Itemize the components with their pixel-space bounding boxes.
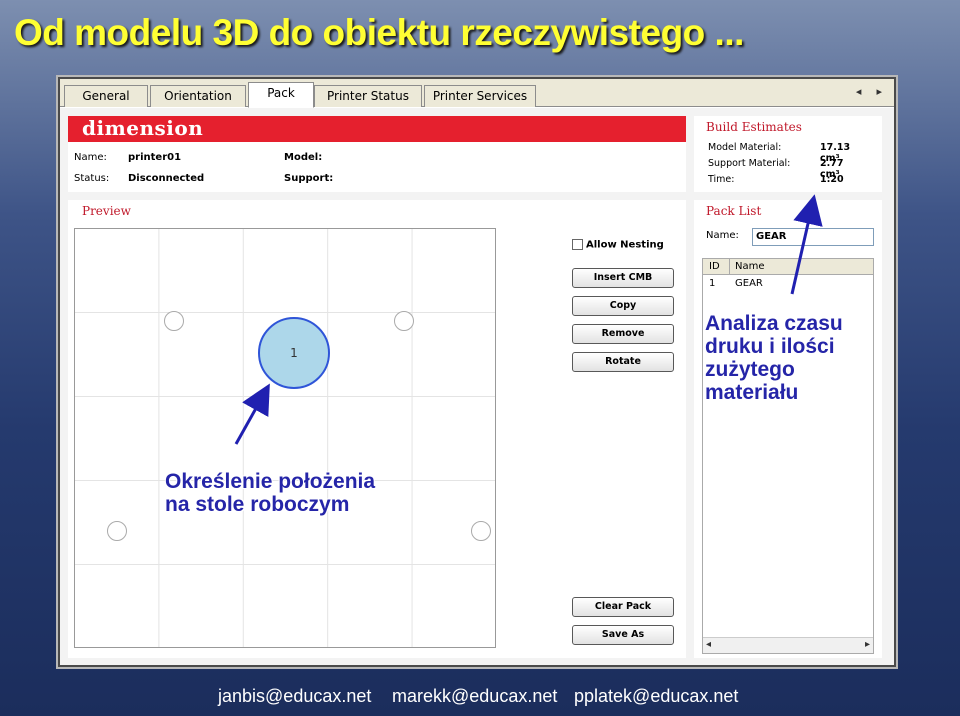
build-estimates-title: Build Estimates	[706, 120, 802, 134]
scroll-left-icon[interactable]: ◂	[706, 639, 711, 650]
pack-name-input[interactable]: GEAR	[752, 228, 874, 246]
tab-printer-status[interactable]: Printer Status	[314, 85, 422, 107]
model-material-row: Model Material: 17.13 cm³	[708, 142, 850, 164]
tab-scroll-arrows[interactable]: ◂ ▸	[856, 85, 888, 98]
tab-orientation[interactable]: Orientation	[150, 85, 246, 107]
allow-nesting-checkbox[interactable]: Allow Nesting	[572, 239, 664, 251]
printer-panel: dimension Name: printer01 Status: Discon…	[68, 116, 686, 192]
footer: janbis@educax.net marekk@educax.net ppla…	[0, 686, 960, 710]
tab-bar: General Orientation Pack Printer Status …	[60, 79, 894, 108]
platform-hole	[164, 311, 184, 331]
save-as-button[interactable]: Save As	[572, 625, 674, 645]
support-material-row: Support Material: 2.77 cm³	[708, 158, 843, 180]
pack-list-title: Pack List	[706, 204, 762, 218]
tab-pack[interactable]: Pack	[248, 82, 314, 108]
annotation-position: Określenie położenia na stole roboczym	[165, 470, 375, 516]
printer-model-label: Model:	[284, 152, 323, 163]
clear-pack-button[interactable]: Clear Pack	[572, 597, 674, 617]
platform-hole	[471, 521, 491, 541]
remove-button[interactable]: Remove	[572, 324, 674, 344]
annotation-line: na stole roboczym	[165, 493, 350, 516]
table-row[interactable]: 1 GEAR	[703, 276, 873, 292]
footer-email[interactable]: janbis@educax.net	[218, 686, 371, 707]
column-divider	[729, 259, 730, 275]
preview-title: Preview	[82, 204, 131, 218]
pack-list-panel: Pack List Name: GEAR ID Name 1 GEAR ◂ ▸	[694, 200, 882, 658]
rotate-button[interactable]: Rotate	[572, 352, 674, 372]
row-id: 1	[709, 278, 716, 289]
dimension-logo: dimension	[82, 116, 204, 140]
annotation-line: zużytego	[705, 358, 795, 381]
insert-cmb-button[interactable]: Insert CMB	[572, 268, 674, 288]
footer-email[interactable]: marekk@educax.net	[392, 686, 557, 707]
pack-list-header: ID Name	[703, 259, 873, 275]
logo-bar: dimension	[68, 116, 686, 142]
time-row: Time: 1:20	[708, 174, 844, 185]
support-material-label: Support Material:	[708, 158, 791, 169]
horizontal-scrollbar[interactable]: ◂ ▸	[703, 637, 873, 653]
platform-hole	[394, 311, 414, 331]
annotation-line: Analiza czasu	[705, 312, 843, 335]
build-platform-grid[interactable]: 1	[74, 228, 496, 648]
printer-name-label: Name:	[74, 152, 107, 163]
tab-printer-services[interactable]: Printer Services	[424, 85, 536, 107]
tab-general[interactable]: General	[64, 85, 148, 107]
annotation-analysis: Analiza czasu druku i ilości zużytego ma…	[705, 312, 843, 404]
preview-panel: Preview 1 Allow Nesting Insert CMB Copy …	[68, 200, 686, 658]
build-estimates-panel: Build Estimates Model Material: 17.13 cm…	[694, 116, 882, 192]
platform-hole	[107, 521, 127, 541]
annotation-line: druku i ilości	[705, 335, 835, 358]
annotation-line: Określenie położenia	[165, 470, 376, 493]
pack-name-label: Name:	[706, 230, 739, 241]
checkbox-box[interactable]	[572, 239, 583, 250]
printer-name-value: printer01	[128, 152, 182, 163]
annotation-line: materiału	[705, 381, 799, 404]
placed-part[interactable]: 1	[258, 317, 330, 389]
time-value: 1:20	[820, 174, 844, 185]
row-name: GEAR	[735, 278, 763, 289]
printer-status-value: Disconnected	[128, 173, 205, 184]
time-label: Time:	[708, 174, 735, 185]
printer-support-label: Support:	[284, 173, 334, 184]
column-name[interactable]: Name	[735, 259, 765, 275]
allow-nesting-label: Allow Nesting	[586, 239, 664, 251]
model-material-label: Model Material:	[708, 142, 782, 153]
footer-email[interactable]: pplatek@educax.net	[574, 686, 738, 707]
scroll-right-icon[interactable]: ▸	[865, 639, 870, 650]
slide-title: Od modelu 3D do obiektu rzeczywistego ..…	[14, 12, 744, 53]
printer-status-label: Status:	[74, 173, 110, 184]
column-id[interactable]: ID	[709, 259, 720, 275]
copy-button[interactable]: Copy	[572, 296, 674, 316]
